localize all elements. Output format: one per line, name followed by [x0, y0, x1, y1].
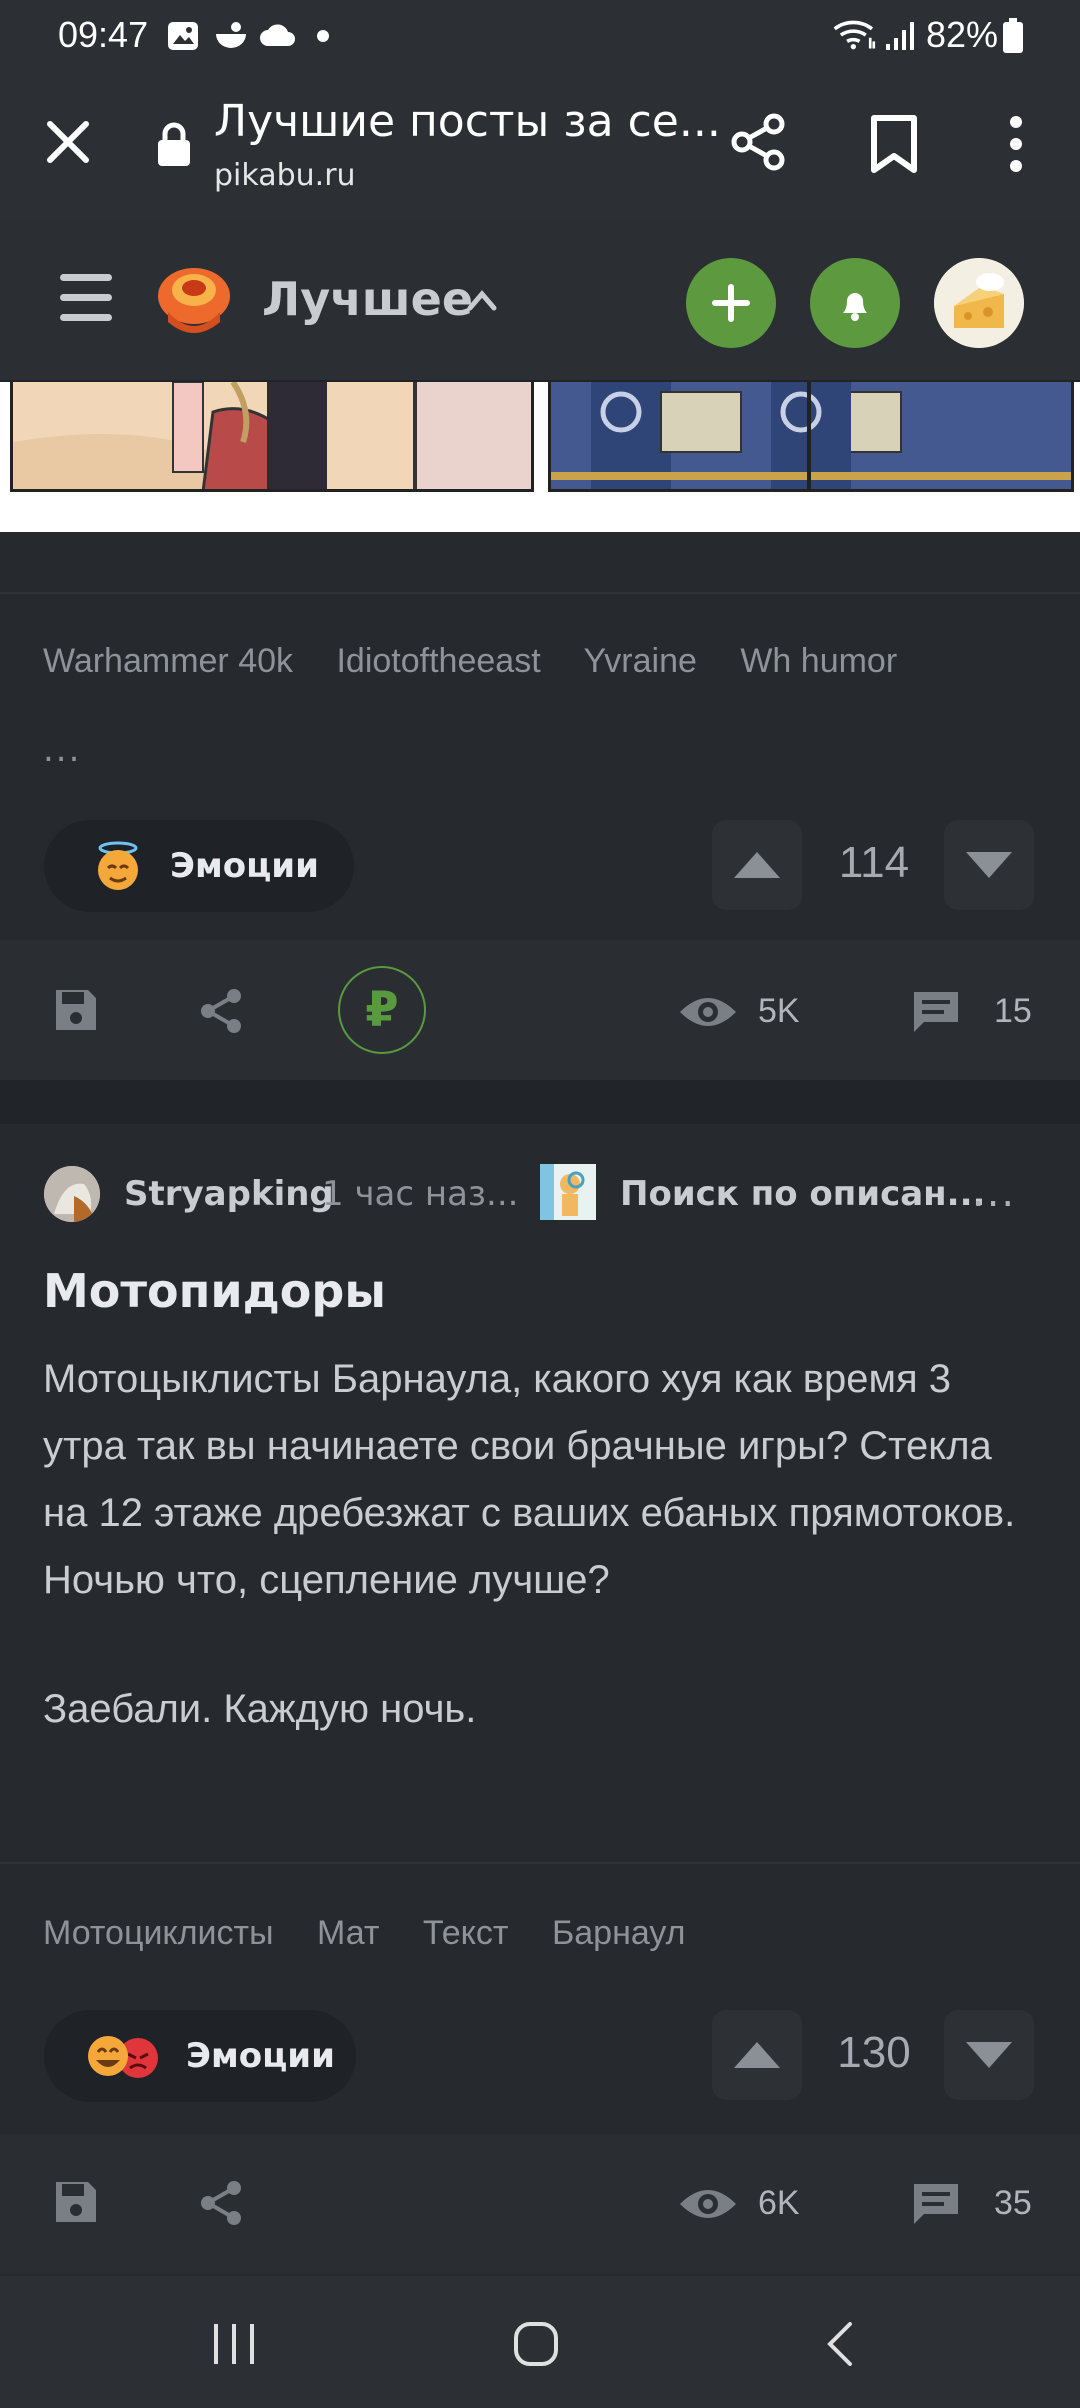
- back-icon[interactable]: [822, 2320, 856, 2368]
- signal-icon: [886, 22, 914, 50]
- author-avatar[interactable]: [44, 1166, 100, 1222]
- system-navigation-bar: [0, 2276, 1080, 2408]
- ruble-icon: ₽: [365, 982, 399, 1038]
- menu-icon[interactable]: [60, 274, 112, 322]
- save-icon[interactable]: [52, 986, 100, 1034]
- post1-action-bar: ₽ 5K 15: [0, 940, 1080, 1080]
- site-header: Лучшее: [0, 222, 1080, 382]
- share-icon[interactable]: [196, 2178, 246, 2228]
- section-title[interactable]: Лучшее: [262, 272, 473, 326]
- post-more-button[interactable]: ...: [972, 1170, 1016, 1216]
- tag[interactable]: Мотоциклисты: [43, 1914, 274, 1952]
- arrow-up-icon: [734, 2042, 780, 2068]
- tag[interactable]: Текст: [423, 1914, 509, 1952]
- post2-tags: Мотоциклисты Мат Текст Барнаул: [43, 1914, 719, 1953]
- post-image-fragment[interactable]: [0, 382, 1080, 532]
- more-vertical-icon[interactable]: [1004, 114, 1028, 174]
- battery-icon: [1003, 18, 1023, 53]
- community-name[interactable]: Поиск по описан...: [620, 1174, 985, 1214]
- comic-panel-right: [548, 382, 1074, 492]
- post-title[interactable]: Мотопидоры: [43, 1264, 386, 1318]
- author-avatar-image: [44, 1166, 100, 1222]
- views-count: 5K: [758, 992, 800, 1030]
- tag[interactable]: Warhammer 40k: [43, 642, 293, 680]
- downvote-button[interactable]: [944, 820, 1034, 910]
- emotions-label: Эмоции: [170, 846, 319, 886]
- upvote-button[interactable]: [712, 820, 802, 910]
- angel-emoji-icon: [98, 841, 138, 890]
- status-time: 09:47: [58, 14, 149, 55]
- notifications-button[interactable]: [810, 258, 900, 348]
- divider: [0, 592, 1080, 594]
- share-icon[interactable]: [196, 986, 246, 1036]
- plus-icon: [712, 284, 750, 322]
- gallery-notification-icon: [168, 22, 198, 50]
- post-rating: 114: [838, 838, 910, 887]
- app-notification-icon: [216, 22, 246, 48]
- comment-icon[interactable]: [910, 986, 962, 1038]
- divider: [0, 1862, 1080, 1864]
- post-body-paragraph: Мотоцыклисты Барнаула, какого хуя как вр…: [43, 1357, 1016, 1602]
- tag[interactable]: Idiotoftheeast: [336, 642, 540, 680]
- arrow-up-icon: [734, 852, 780, 878]
- tag[interactable]: Wh humor: [740, 642, 897, 680]
- comments-count[interactable]: 15: [994, 992, 1032, 1031]
- upvote-button[interactable]: [712, 2010, 802, 2100]
- community-avatar-image: [540, 1164, 596, 1220]
- tag[interactable]: Мат: [317, 1914, 379, 1952]
- add-post-button[interactable]: [686, 258, 776, 348]
- donate-button[interactable]: ₽: [338, 966, 426, 1054]
- emotions-button[interactable]: Эмоции: [44, 2010, 356, 2102]
- post1-tags: Warhammer 40k Idiotoftheeast Yvraine Wh …: [43, 642, 931, 681]
- post2-action-bar: 6K 35: [0, 2134, 1080, 2274]
- post-time: 1 час наз...: [322, 1174, 519, 1214]
- save-icon[interactable]: [52, 2178, 100, 2226]
- community-avatar[interactable]: [540, 1164, 596, 1220]
- page-url[interactable]: pikabu.ru: [214, 158, 356, 193]
- post-separator: [0, 1080, 1080, 1124]
- battery-percent: 82%: [925, 14, 998, 55]
- status-bar: 09:47 82%: [0, 0, 1080, 70]
- page-title[interactable]: Лучшие посты за се...: [214, 96, 721, 147]
- cheese-avatar-icon: [934, 258, 1024, 348]
- recent-apps-icon[interactable]: [210, 2322, 258, 2366]
- arrow-down-icon: [966, 2042, 1012, 2068]
- emotions-emoji-icon: [88, 2036, 158, 2078]
- share-icon[interactable]: [728, 112, 788, 172]
- tags-more-button[interactable]: ...: [43, 730, 81, 770]
- close-icon[interactable]: [40, 114, 96, 170]
- emotions-label: Эмоции: [186, 2036, 335, 2076]
- wifi-icon: [833, 20, 876, 50]
- eye-icon: [680, 998, 736, 1026]
- post-body: Мотоцыклисты Барнаула, какого хуя как вр…: [43, 1346, 1043, 1743]
- pikabu-logo[interactable]: [154, 262, 234, 338]
- user-avatar[interactable]: [934, 258, 1024, 348]
- comic-panel-left: [10, 382, 534, 492]
- lock-icon[interactable]: [156, 122, 192, 168]
- bell-icon: [843, 293, 867, 321]
- tag[interactable]: Барнаул: [552, 1914, 686, 1952]
- tag[interactable]: Yvraine: [583, 642, 696, 680]
- post-rating: 130: [837, 2028, 911, 2077]
- dot-notification-icon: [317, 30, 329, 42]
- eye-icon: [680, 2190, 736, 2218]
- arrow-down-icon: [966, 852, 1012, 878]
- bookmark-icon[interactable]: [866, 114, 922, 174]
- chevron-up-icon[interactable]: [466, 288, 498, 312]
- comments-count[interactable]: 35: [994, 2184, 1032, 2223]
- emotions-button[interactable]: Эмоции: [44, 820, 354, 912]
- views-count: 6K: [758, 2184, 800, 2222]
- downvote-button[interactable]: [944, 2010, 1034, 2100]
- home-icon[interactable]: [512, 2320, 560, 2368]
- post-body-paragraph: Заебали. Каждую ночь.: [43, 1687, 477, 1731]
- author-name[interactable]: Stryapking: [124, 1174, 334, 1214]
- browser-toolbar: Лучшие посты за се... pikabu.ru: [0, 70, 1080, 222]
- comment-icon[interactable]: [910, 2178, 962, 2230]
- cloud-icon: [260, 24, 295, 46]
